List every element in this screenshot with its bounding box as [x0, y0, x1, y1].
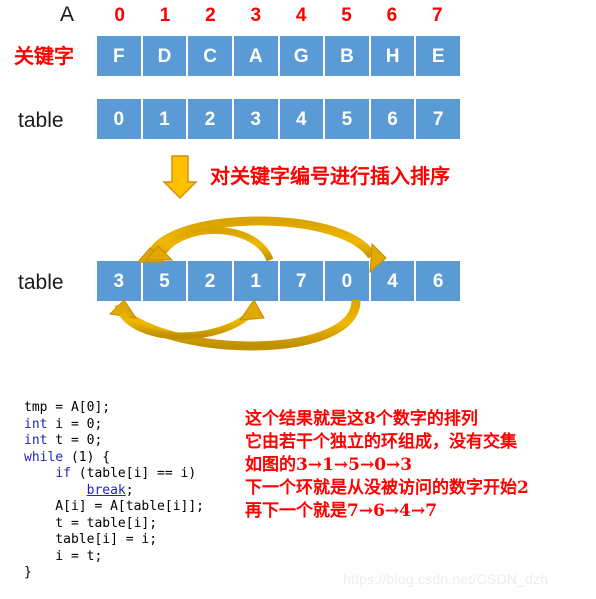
- code-line: int t = 0;: [24, 433, 204, 450]
- code-line: }: [24, 565, 204, 582]
- code-token: }: [24, 565, 32, 580]
- index-label: 7: [432, 5, 443, 26]
- code-token: table[i] = i;: [24, 532, 158, 547]
- cycle-arrow-bottom-short: [114, 299, 265, 340]
- keyword-cells-row: F D C A G B H E: [97, 36, 460, 76]
- table-cell: 6: [416, 261, 460, 301]
- index-label: 1: [159, 5, 171, 26]
- table-cell: E: [416, 36, 460, 76]
- code-line: t = table[i];: [24, 516, 204, 533]
- code-token: (table[i] == i): [70, 466, 197, 481]
- table-cell: A: [233, 36, 278, 76]
- array-a-label: A: [60, 3, 75, 26]
- table-cell: 2: [188, 261, 232, 301]
- code-line: i = t;: [24, 549, 204, 566]
- table-cells-row-initial: 0 1 2 3 4 5 6 7: [97, 99, 460, 139]
- explanation-line: 再下一个就是7→6→4→7: [245, 501, 438, 521]
- table-label-sorted: table: [18, 271, 64, 294]
- table-cell: 0: [325, 261, 369, 301]
- table-cell: 7: [279, 261, 324, 301]
- code-line: while (1) {: [24, 450, 204, 467]
- code-token: break: [86, 482, 126, 498]
- table-cell: G: [279, 36, 324, 76]
- table-cell: 3: [97, 261, 141, 301]
- code-token: while: [24, 449, 64, 465]
- index-label: 6: [386, 5, 398, 26]
- table-cell: 2: [188, 99, 232, 139]
- table-cell: H: [370, 36, 415, 76]
- watermark-text: https://blog.csdn.net/CSDN_dzh: [343, 571, 549, 587]
- index-header-row: 0 1 2 3 4 5 6 7: [97, 5, 460, 29]
- index-label: 4: [295, 5, 307, 26]
- code-token: if: [55, 466, 71, 481]
- code-line: A[i] = A[table[i]];: [24, 499, 204, 516]
- explanation-line: 它由若干个独立的环组成，没有交集: [245, 432, 517, 452]
- middle-note-text: 对关键字编号进行插入排序: [210, 164, 450, 188]
- slide-canvas: A 0 1 2 3 4 5 6 7 关键字 F D C A G B H E ta…: [0, 0, 596, 599]
- index-label: 5: [341, 5, 352, 26]
- code-token: t = table[i];: [24, 515, 158, 531]
- index-label: 0: [114, 5, 125, 26]
- code-block: tmp = A[0]; int i = 0; int t = 0; while (1)…: [24, 400, 204, 582]
- table-cell: 4: [370, 261, 415, 301]
- table-cell: C: [188, 36, 232, 76]
- cycle-arrow-bottom-long: [108, 299, 361, 351]
- code-token: (1) {: [63, 449, 111, 465]
- code-line: table[i] = i;: [24, 532, 204, 549]
- code-line: tmp = A[0];: [24, 400, 204, 417]
- code-token: i = t;: [24, 548, 103, 564]
- cycle-arrow-top-short: [144, 227, 274, 262]
- table-cell: 5: [325, 99, 369, 139]
- table-cell: B: [325, 36, 369, 76]
- table-label-initial: table: [18, 109, 64, 132]
- code-line: break;: [24, 483, 204, 500]
- explanation-line: 这个结果就是这8个数字的排列: [245, 409, 478, 429]
- code-token: ;: [125, 482, 134, 498]
- table-cell: 1: [233, 261, 278, 301]
- down-arrow-icon: [162, 155, 198, 199]
- code-line: int i = 0;: [24, 417, 204, 434]
- index-label: 2: [205, 5, 216, 26]
- table-cell: 0: [97, 99, 141, 139]
- table-cell: D: [142, 36, 187, 76]
- table-cell: 5: [142, 261, 187, 301]
- code-token: int: [24, 416, 48, 432]
- table-cell: 7: [416, 99, 460, 139]
- table-cells-row-sorted: 3 5 2 1 7 0 4 6: [97, 261, 460, 301]
- keyword-label: 关键字: [14, 46, 74, 68]
- table-cell: 1: [142, 99, 187, 139]
- code-token: int: [24, 433, 48, 448]
- explanation-text: 这个结果就是这8个数字的排列它由若干个独立的环组成，没有交集 如图的3→1→5→0…: [245, 408, 529, 523]
- table-cell: F: [97, 36, 141, 76]
- code-line: if (table[i] == i): [24, 466, 204, 483]
- table-cell: 6: [370, 99, 415, 139]
- code-token: t = 0;: [47, 433, 103, 448]
- explanation-line: 下一个环就是从没被访问的数字开始2: [245, 478, 529, 498]
- code-token: tmp = A[0];: [24, 400, 111, 415]
- table-cell: 4: [279, 99, 324, 139]
- index-label: 3: [250, 5, 262, 26]
- table-cell: 3: [233, 99, 278, 139]
- explanation-line: 如图的3→1→5→0→3: [245, 455, 413, 475]
- code-token: i = 0;: [47, 416, 103, 432]
- code-token: A[i] = A[table[i]];: [24, 499, 205, 514]
